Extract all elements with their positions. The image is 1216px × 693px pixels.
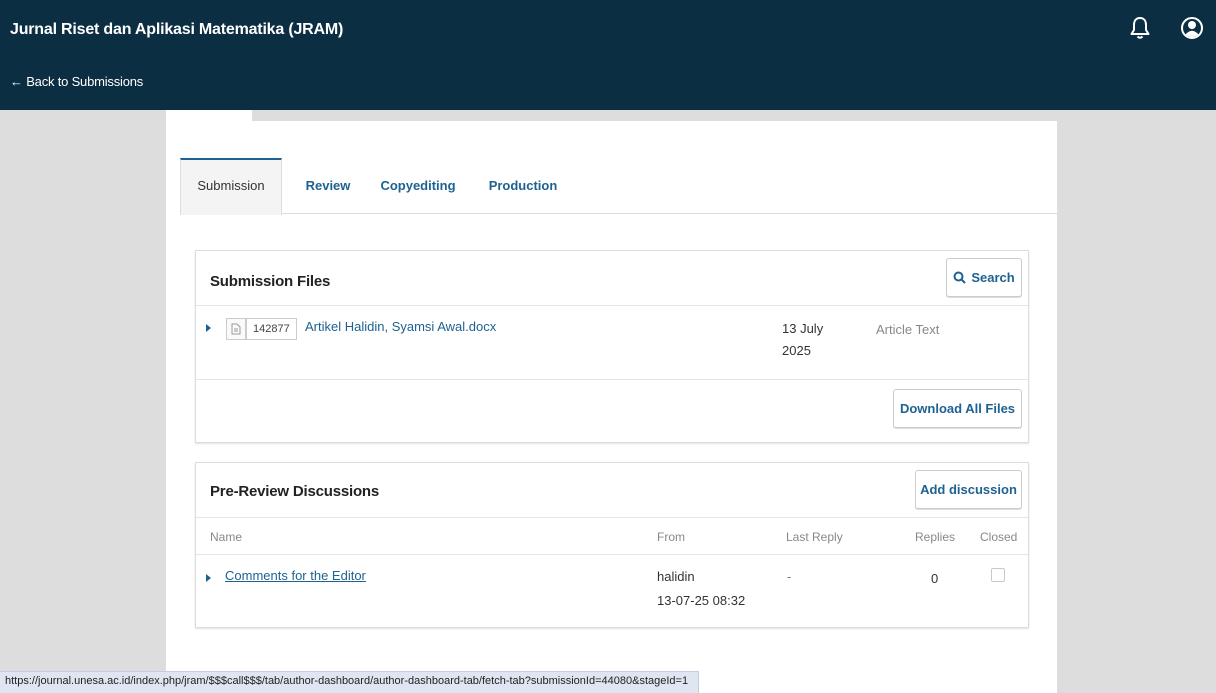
discussion-from-user: halidin [657,569,695,584]
user-icon[interactable] [1180,15,1204,41]
tab-review[interactable]: Review [300,158,356,214]
submission-files-panel: Submission Files Search 142877 Artikel H… [195,250,1029,443]
file-type: Article Text [876,322,940,337]
divider [196,305,1028,306]
discussion-link[interactable]: Comments for the Editor [225,568,366,583]
file-date-line2: 2025 [782,343,811,358]
divider [196,379,1028,380]
tab-submission[interactable]: Submission [180,158,282,215]
col-header-from: From [657,530,685,544]
browser-status-url: https://journal.unesa.ac.id/index.php/jr… [0,671,699,693]
tab-copyediting[interactable]: Copyediting [378,158,458,214]
discussion-from-date: 13-07-25 08:32 [657,593,746,608]
workflow-card: Submission Review Copyediting Production… [166,121,1057,693]
col-header-last-reply: Last Reply [786,530,843,544]
discussions-title: Pre-Review Discussions [210,483,380,500]
tab-production[interactable]: Production [486,158,560,214]
col-header-closed: Closed [980,530,1018,544]
back-to-submissions-link[interactable]: ← Back to Submissions [10,74,143,89]
bell-icon[interactable] [1128,15,1152,41]
expand-file-caret[interactable] [206,324,211,332]
workflow-tabs: Submission Review Copyediting Production [180,158,1057,215]
document-icon [226,318,246,340]
top-header: Jurnal Riset dan Aplikasi Matematika (JR… [0,0,1216,110]
expand-discussion-caret[interactable] [206,574,211,582]
discussion-last-reply: - [787,569,792,584]
closed-checkbox[interactable] [991,568,1005,582]
file-name-link[interactable]: Artikel Halidin, Syamsi Awal.docx [305,319,496,334]
search-button-label: Search [971,270,1015,285]
col-header-name: Name [210,530,243,544]
search-icon [953,271,967,284]
download-all-files-button[interactable]: Download All Files [893,389,1022,428]
search-button[interactable]: Search [946,258,1022,297]
divider [196,517,1028,518]
submission-files-title: Submission Files [210,273,331,290]
file-date-line1: 13 July [782,321,824,336]
app-title[interactable]: Jurnal Riset dan Aplikasi Matematika (JR… [10,21,343,39]
add-discussion-button[interactable]: Add discussion [915,470,1022,509]
discussion-replies: 0 [931,571,939,586]
file-id: 142877 [246,318,297,340]
col-header-replies: Replies [915,530,956,544]
pre-review-discussions-panel: Pre-Review Discussions Add discussion Na… [195,462,1029,628]
divider [196,554,1028,555]
